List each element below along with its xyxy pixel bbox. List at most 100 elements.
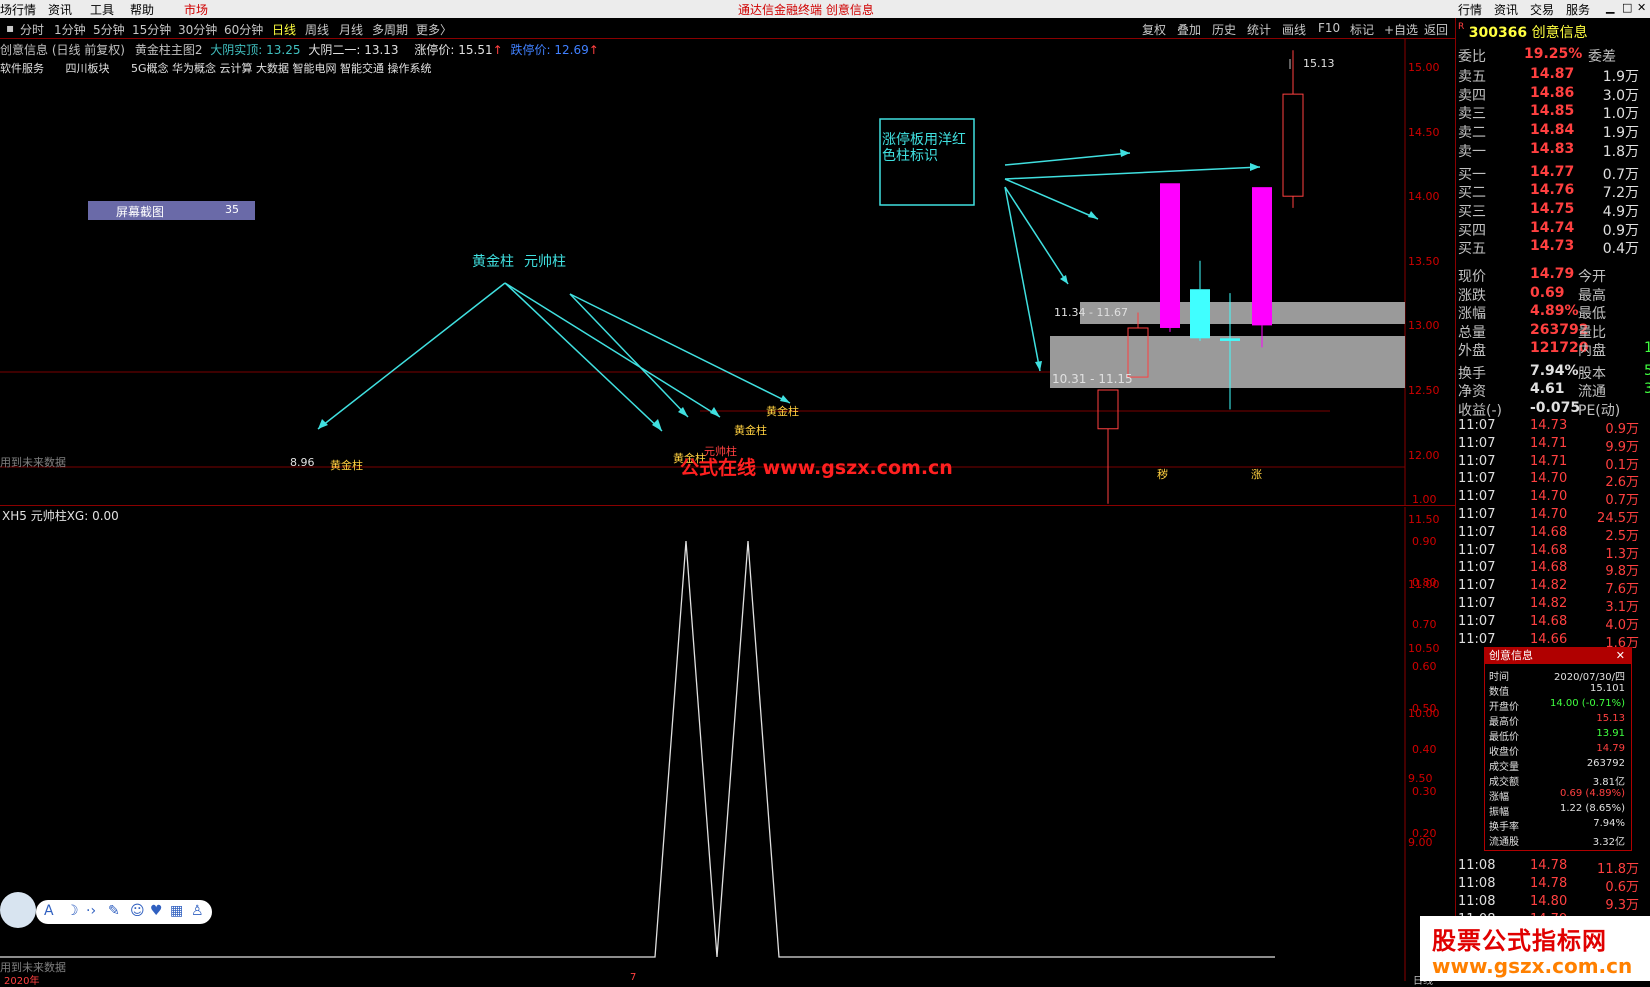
tick-time: 11:07 <box>1458 560 1496 576</box>
popup-value: 14.00 (-0.71%) <box>1550 698 1625 709</box>
y-axis-tick: 14.00 <box>1408 190 1440 204</box>
tick-row: 11:07 14.82 3.1万 <box>1458 596 1650 615</box>
y-axis-tick: 13.50 <box>1408 254 1440 268</box>
menu-help[interactable]: 帮助 <box>130 1 154 18</box>
info-popup: 创意信息 ✕ 时间 2020/07/30/四 数值 15.101 开盘价 14.00 (-0… <box>1484 647 1632 851</box>
weibi-label: 委比 <box>1458 49 1486 65</box>
buy-level-row[interactable]: 买五 14.73 0.4万 <box>1458 238 1650 257</box>
concept-tag[interactable]: 5G概念 华为概念 云计算 大数据 智能电网 智能交通 操作系统 <box>131 62 432 75</box>
menu-trade-right[interactable]: 交易 <box>1530 1 1554 18</box>
level-volume: 7.2万 <box>1602 185 1639 202</box>
stat-value2: 3 <box>1644 381 1650 397</box>
menu-news-right[interactable]: 资讯 <box>1494 1 1518 18</box>
minimize-icon[interactable]: ▁ <box>1606 1 1614 14</box>
period-daily[interactable]: 日线 <box>272 21 296 38</box>
toolbar-add-watch[interactable]: +自选 <box>1384 21 1418 38</box>
stat-value: 7.94% <box>1530 362 1579 379</box>
menu-quotes-right[interactable]: 行情 <box>1458 1 1482 18</box>
menu-tools[interactable]: 工具 <box>90 1 114 18</box>
period-weekly[interactable]: 周线 <box>305 21 329 38</box>
toolbar-stats[interactable]: 统计 <box>1247 21 1271 38</box>
tick-volume: 3.1万 <box>1605 600 1639 615</box>
dots-icon[interactable]: ·› <box>86 903 96 919</box>
buy-level-row[interactable]: 买四 14.74 0.9万 <box>1458 220 1650 239</box>
sell-level-row[interactable]: 卖四 14.86 3.0万 <box>1458 85 1650 104</box>
marker-label: 秽 <box>1157 468 1168 481</box>
stat-label: 涨跌 <box>1458 287 1486 304</box>
tick-volume: 0.6万 <box>1605 880 1639 895</box>
avatar-icon[interactable] <box>0 892 36 928</box>
font-icon[interactable]: A <box>44 903 54 919</box>
menu-market-quotes[interactable]: 场行情 <box>0 1 36 18</box>
buy-level-row[interactable]: 买二 14.76 7.2万 <box>1458 182 1650 202</box>
period-intraday[interactable]: 分时 <box>20 21 44 38</box>
stat-label2: 今开 <box>1578 269 1606 285</box>
maximize-icon[interactable]: □ <box>1622 1 1632 14</box>
toolbar-draw[interactable]: 画线 <box>1282 21 1306 38</box>
watermark-text: 公式在线 www.gszx.com.cn <box>680 457 953 479</box>
tick-row: 11:07 14.71 9.9万 <box>1458 435 1650 455</box>
period-1min[interactable]: 1分钟 <box>54 21 86 38</box>
popup-close-icon[interactable]: ✕ <box>1616 648 1625 664</box>
menu-service-right[interactable]: 服务 <box>1566 1 1590 18</box>
toolbar-mark[interactable]: 标记 <box>1350 21 1374 38</box>
tick-row: 11:08 14.80 9.3万 <box>1458 894 1650 913</box>
period-monthly[interactable]: 月线 <box>339 21 363 38</box>
level-volume: 1.9万 <box>1602 125 1639 142</box>
menu-market[interactable]: 市场 <box>184 1 208 18</box>
y-axis-tick: 15.00 <box>1408 61 1440 74</box>
weicha-label: 委差 <box>1588 49 1616 65</box>
sub-indicator-chart[interactable]: XH5 元帅柱XG: 0.00 用到未来数据 2020年 7 日线 1.00 0.… <box>0 493 1455 987</box>
toolbar-back[interactable]: 返回 <box>1424 21 1448 38</box>
period-5min[interactable]: 5分钟 <box>93 21 125 38</box>
stat-label: 涨幅 <box>1458 306 1486 322</box>
tick-price: 14.71 <box>1530 453 1568 469</box>
wrench-icon[interactable]: ✎ <box>108 903 120 919</box>
concept-tag[interactable]: 软件服务 <box>0 62 44 75</box>
toolbar-overlay[interactable]: 叠加 <box>1177 21 1201 38</box>
sell-level-row[interactable]: 卖五 14.87 1.9万 <box>1458 66 1650 85</box>
toolbar-f10[interactable]: F10 <box>1318 21 1340 35</box>
marker-label: 涨 <box>1251 468 1262 481</box>
shirt-icon[interactable]: ♥ <box>150 903 163 919</box>
lock-icon[interactable]: ♙ <box>191 903 204 919</box>
sell-level-row[interactable]: 卖二 14.84 1.9万 <box>1458 122 1650 142</box>
buy-level-row[interactable]: 买一 14.77 0.7万 <box>1458 164 1650 183</box>
stat-row: 换手 7.94% 股本 5 <box>1458 362 1650 382</box>
stat-label2: 最高 <box>1578 287 1606 304</box>
tick-row: 11:08 14.78 11.8万 <box>1458 858 1650 877</box>
screenshot-number: 35 <box>225 203 239 216</box>
period-multi[interactable]: 多周期 <box>372 21 408 38</box>
period-15min[interactable]: 15分钟 <box>132 21 171 38</box>
tick-time: 11:07 <box>1458 435 1496 451</box>
period-toolbar: ▪ 分时 1分钟 5分钟 15分钟 30分钟 60分钟 日线 周线 月线 多周期… <box>0 18 1650 39</box>
level-price: 14.87 <box>1530 66 1575 82</box>
tick-row: 11:07 14.73 0.9万 <box>1458 418 1650 437</box>
indicator-name[interactable]: 黄金柱主图2 <box>135 43 203 57</box>
grid-icon[interactable]: ▦ <box>170 903 183 919</box>
period-60min[interactable]: 60分钟 <box>224 21 263 38</box>
buy-level-row[interactable]: 买三 14.75 4.9万 <box>1458 201 1650 220</box>
tick-time: 11:07 <box>1458 453 1496 469</box>
tick-price: 14.71 <box>1530 435 1568 451</box>
menu-news[interactable]: 资讯 <box>48 1 72 18</box>
popup-value: 0.69 (4.89%) <box>1559 788 1625 799</box>
sell-level-row[interactable]: 卖三 14.85 1.0万 <box>1458 103 1650 122</box>
toolbar-history[interactable]: 历史 <box>1212 21 1236 38</box>
popup-value: 13.91 <box>1596 728 1625 739</box>
level-label: 卖五 <box>1458 69 1486 85</box>
concept-tag[interactable]: 四川板块 <box>66 62 110 75</box>
toolbar-fuquan[interactable]: 复权 <box>1142 21 1166 38</box>
period-more[interactable]: 更多〉 <box>416 21 452 38</box>
moon-icon[interactable]: ☽ <box>66 903 79 919</box>
smile-icon[interactable]: ☺ <box>130 903 145 919</box>
popup-key: 收盘价 <box>1489 747 1519 758</box>
sell-level-row[interactable]: 卖一 14.83 1.8万 <box>1458 141 1650 160</box>
period-toggle-icon[interactable]: ▪ <box>6 21 14 35</box>
logo-url: www.gszx.com.cn <box>1432 954 1633 978</box>
tick-price: 14.70 <box>1530 471 1568 487</box>
limit-up-price: 涨停价: 15.51 <box>414 43 493 57</box>
main-kline-chart[interactable]: 创意信息 (日线 前复权) 黄金柱主图2 大阴实顶: 13.25 大阴二一: 1… <box>0 39 1455 849</box>
period-30min[interactable]: 30分钟 <box>178 21 217 38</box>
close-icon[interactable]: ✕ <box>1637 1 1646 14</box>
